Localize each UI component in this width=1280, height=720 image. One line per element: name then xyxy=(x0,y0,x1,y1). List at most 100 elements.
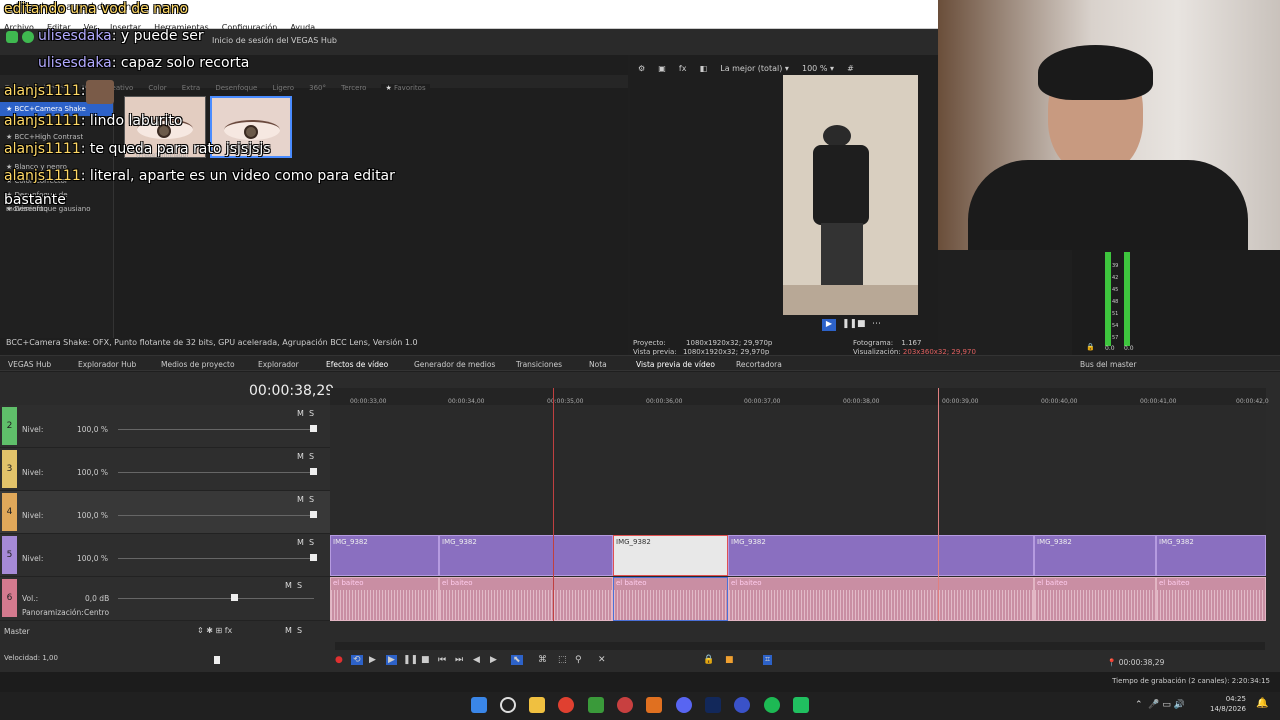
track-header[interactable]: 2 M S Nivel: 100,0 % xyxy=(0,405,330,448)
envelope-tool-icon[interactable]: ⌘ xyxy=(538,655,547,665)
more-icon[interactable]: ⋯ xyxy=(872,319,881,329)
selection-tool-icon[interactable]: ⬚ xyxy=(558,655,567,665)
track-header[interactable]: 3 M S Nivel: 100,0 % xyxy=(0,448,330,491)
tab-vegas-hub[interactable]: VEGAS Hub xyxy=(8,360,51,369)
webcam-overlay xyxy=(938,0,1280,250)
track-number: 2 xyxy=(2,407,17,445)
clock-time: 04:25 xyxy=(1225,695,1246,703)
normal-edit-tool-icon[interactable]: ⬉ xyxy=(511,655,523,665)
pan-value: Centro xyxy=(84,608,110,617)
zoom-tool-icon[interactable]: ⚲ xyxy=(575,655,582,665)
mute-solo[interactable]: M S xyxy=(297,538,314,547)
playhead-cursor[interactable] xyxy=(938,388,939,621)
quality-dropdown[interactable]: La mejor (total) ▾ xyxy=(720,64,789,73)
video-clip-selected[interactable]: IMG_9382 xyxy=(613,535,728,576)
split-screen-icon[interactable]: ▣ xyxy=(658,64,666,73)
tab-transiciones[interactable]: Transiciones xyxy=(516,360,562,369)
tab-recortadora[interactable]: Recortadora xyxy=(736,360,782,369)
fx-icon[interactable]: fx xyxy=(679,64,687,73)
lock-icon[interactable]: 🔒 xyxy=(703,655,714,665)
prev-frame-icon[interactable]: ◀ xyxy=(473,655,480,665)
notification-bell-icon[interactable]: 🔔 xyxy=(1256,698,1268,709)
mute-solo[interactable]: M S xyxy=(297,452,314,461)
zoom-dropdown[interactable]: 100 % ▾ xyxy=(802,64,834,73)
tab-vista-previa[interactable]: Vista previa de vídeo xyxy=(636,360,715,369)
chrome-icon[interactable] xyxy=(558,697,574,713)
tray-clock[interactable]: 04:25 14/8/2026 xyxy=(1210,694,1246,714)
brave-icon[interactable] xyxy=(646,697,662,713)
pause-icon[interactable]: ❚❚ xyxy=(842,319,857,329)
volume-slider[interactable] xyxy=(118,598,314,599)
track-header[interactable]: 5 M S Nivel: 100,0 % xyxy=(0,534,330,577)
tab-bus-master[interactable]: Bus del master xyxy=(1080,360,1136,369)
spotify-icon[interactable] xyxy=(764,697,780,713)
audio-clip-selected[interactable]: el baiteo xyxy=(613,577,728,621)
photoshop-icon[interactable] xyxy=(705,697,721,713)
capcut-icon[interactable] xyxy=(793,697,809,713)
gear-icon[interactable]: ⚙ xyxy=(638,64,645,73)
level-slider-knob[interactable] xyxy=(310,511,317,518)
audio-clip[interactable]: el baiteo xyxy=(1034,577,1156,621)
minecraft-icon[interactable] xyxy=(588,697,604,713)
next-frame-icon[interactable]: ▶ xyxy=(490,655,497,665)
level-slider-knob[interactable] xyxy=(310,554,317,561)
zoom-label: 100 % xyxy=(802,64,828,73)
video-clip[interactable]: IMG_9382 xyxy=(439,535,613,576)
folder-icon[interactable] xyxy=(529,697,545,713)
windows-start-icon[interactable] xyxy=(471,697,487,713)
mute-solo[interactable]: M S xyxy=(297,495,314,504)
video-clip[interactable]: IMG_9382 xyxy=(728,535,1034,576)
volume-slider-knob[interactable] xyxy=(231,594,238,601)
tray-icons[interactable]: ⌃ 🎤 ▭ 🔊 xyxy=(1135,700,1185,710)
level-slider[interactable] xyxy=(118,429,314,430)
play-from-start-icon[interactable]: ▶ xyxy=(369,655,376,665)
mute-solo[interactable]: M S xyxy=(285,581,302,590)
play-icon[interactable]: ▶ xyxy=(386,655,397,665)
tab-explorador[interactable]: Explorador xyxy=(258,360,299,369)
track-header[interactable]: 4 M S Nivel: 100,0 % xyxy=(0,491,330,534)
stop-icon[interactable]: ■ xyxy=(857,319,866,329)
tab-explorador-hub[interactable]: Explorador Hub xyxy=(78,360,136,369)
mute-solo[interactable]: M S xyxy=(297,409,314,418)
level-slider-knob[interactable] xyxy=(310,425,317,432)
level-slider-knob[interactable] xyxy=(310,468,317,475)
video-clip[interactable]: IMG_9382 xyxy=(1034,535,1156,576)
pause-icon[interactable]: ❚❚ xyxy=(403,655,418,665)
audio-track-header[interactable]: 6 M S Vol.: 0,0 dB Panoramización: Centr… xyxy=(0,577,330,621)
master-mute-solo[interactable]: M S xyxy=(285,626,302,635)
overlay-icon[interactable]: ◧ xyxy=(700,64,708,73)
go-start-icon[interactable]: ⏮ xyxy=(438,655,446,665)
go-end-icon[interactable]: ⏭ xyxy=(455,655,463,665)
vegas-icon[interactable] xyxy=(734,697,750,713)
play-icon[interactable]: ▶ xyxy=(822,319,836,331)
loop-icon[interactable]: ⟲ xyxy=(351,655,363,665)
speed-slider-knob[interactable] xyxy=(214,656,220,664)
audio-clip[interactable]: el baiteo xyxy=(728,577,1034,621)
tab-medios-proyecto[interactable]: Medios de proyecto xyxy=(161,360,235,369)
video-clip[interactable]: IMG_9382 xyxy=(330,535,439,576)
stop-icon[interactable]: ■ xyxy=(421,655,430,665)
audio-clip[interactable]: el baiteo xyxy=(330,577,439,621)
timeline-scrollbar[interactable] xyxy=(335,642,1265,650)
marker-icon[interactable]: ■ xyxy=(725,655,734,665)
level-slider[interactable] xyxy=(118,558,314,559)
audio-clip[interactable]: el baiteo xyxy=(1156,577,1266,621)
record-icon[interactable]: ● xyxy=(335,655,343,665)
tab-nota[interactable]: Nota xyxy=(589,360,607,369)
search-icon[interactable] xyxy=(500,697,516,713)
tab-efectos-video[interactable]: Efectos de vídeo xyxy=(326,360,388,369)
delete-icon[interactable]: ✕ xyxy=(598,655,606,665)
level-slider[interactable] xyxy=(118,515,314,516)
video-clip[interactable]: IMG_9382 xyxy=(1156,535,1266,576)
track-number: 5 xyxy=(2,536,17,574)
audio-clip[interactable]: el baiteo xyxy=(439,577,613,621)
track-area[interactable]: IMG_9382 IMG_9382 IMG_9382 IMG_9382 IMG_… xyxy=(330,388,1266,621)
lock-icon[interactable]: 🔒 xyxy=(1086,343,1095,351)
level-slider[interactable] xyxy=(118,472,314,473)
tab-generador-medios[interactable]: Generador de medios xyxy=(414,360,495,369)
grid-icon[interactable]: # xyxy=(847,64,854,73)
discord-icon[interactable] xyxy=(676,697,692,713)
snap-icon[interactable]: ⌗ xyxy=(763,655,773,665)
obs-icon[interactable] xyxy=(617,697,633,713)
master-controls-icon[interactable]: ⇕ ✱ ⊞ fx xyxy=(197,626,232,635)
